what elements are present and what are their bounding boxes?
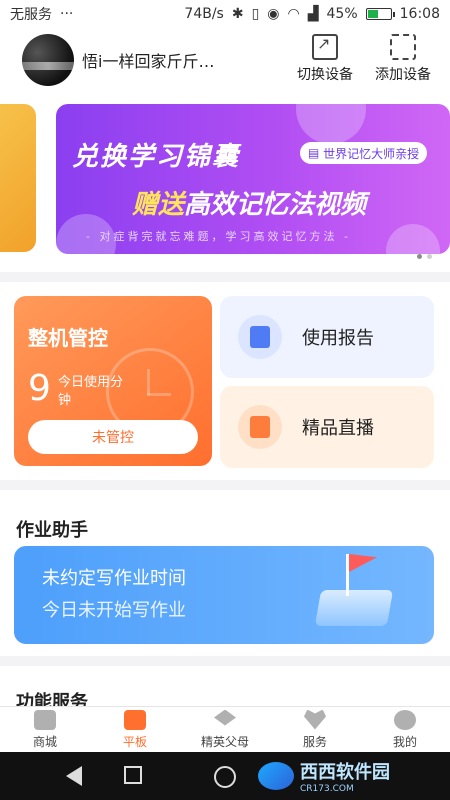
tab-tablet-label: 平板 bbox=[122, 734, 147, 749]
banner-highlight: 赠送 bbox=[132, 190, 185, 220]
add-device-label: 添加设备 bbox=[375, 67, 431, 83]
add-device-button[interactable]: 添加设备 bbox=[368, 34, 438, 84]
banner-subheadline: 赠送高效记忆法视频 bbox=[132, 184, 366, 221]
tab-mall[interactable]: 商城 bbox=[0, 707, 90, 752]
usage-report-label: 使用报告 bbox=[302, 328, 374, 349]
profile-icon bbox=[394, 709, 416, 730]
battery-percent: 45% bbox=[326, 6, 358, 22]
watermark-logo bbox=[258, 762, 294, 790]
watermark: 西西软件园 CR173.COM bbox=[258, 756, 438, 796]
tab-elite-parents[interactable]: 精英父母 bbox=[180, 707, 270, 752]
banner-caption: - 对症背完就忘难题，学习高效记忆方法 - bbox=[86, 230, 351, 243]
previous-banner-card[interactable] bbox=[0, 104, 36, 252]
homework-section: 作业助手 未约定写作业时间 今日未开始写作业 bbox=[0, 490, 450, 656]
tab-profile[interactable]: 我的 bbox=[360, 707, 450, 752]
status-bar: 无服务 ··· 74B/s ✱ ▯ ◉ ◠ ▟ 45% 16:08 bbox=[0, 0, 450, 28]
carousel-dot-2[interactable] bbox=[427, 254, 432, 259]
usage-minutes: 9 bbox=[28, 368, 51, 409]
tab-mall-label: 商城 bbox=[32, 734, 57, 749]
promo-banner[interactable]: 兑换学习锦囊 ▤ 世界记忆大师亲授 赠送高效记忆法视频 - 对症背完就忘难题，学… bbox=[56, 104, 450, 254]
app-screen: 无服务 ··· 74B/s ✱ ▯ ◉ ◠ ▟ 45% 16:08 悟i一样回家… bbox=[0, 0, 450, 800]
switch-device-button[interactable]: 切换设备 bbox=[290, 34, 360, 84]
tab-elite-parents-label: 精英父母 bbox=[200, 734, 249, 749]
usage-report-tile[interactable]: 使用报告 bbox=[220, 296, 434, 378]
device-control-card[interactable]: 整机管控 9 今日使用分钟 未管控 bbox=[14, 296, 212, 466]
bottom-tab-bar: 商城 平板 精英父母 服务 我的 bbox=[0, 706, 450, 752]
flag-icon bbox=[346, 554, 349, 596]
homework-schedule-text: 未约定写作业时间 bbox=[42, 568, 186, 589]
services-section: 功能服务 bbox=[0, 666, 450, 713]
banner-carousel: 兑换学习锦囊 ▤ 世界记忆大师亲授 赠送高效记忆法视频 - 对症背完就忘难题，学… bbox=[0, 92, 450, 272]
carousel-dot-1[interactable] bbox=[417, 254, 422, 259]
homework-title: 作业助手 bbox=[16, 520, 88, 541]
tablet-play-icon bbox=[124, 709, 146, 730]
banner-headline: 兑换学习锦囊 bbox=[72, 142, 241, 172]
more-dots: ··· bbox=[60, 6, 74, 22]
recent-apps-icon[interactable] bbox=[124, 766, 142, 784]
homework-status-text: 今日未开始写作业 bbox=[42, 600, 186, 621]
watermark-text: 西西软件园 bbox=[300, 762, 390, 783]
tab-tablet[interactable]: 平板 bbox=[90, 707, 180, 752]
carousel-dots bbox=[417, 254, 432, 259]
wifi-icon: ◠ bbox=[287, 6, 300, 22]
avatar[interactable] bbox=[22, 34, 74, 86]
banner-tag: ▤ 世界记忆大师亲授 bbox=[300, 142, 428, 164]
scan-icon bbox=[390, 34, 416, 60]
tab-profile-label: 我的 bbox=[392, 734, 417, 749]
battery-icon bbox=[365, 8, 395, 20]
feature-section: 整机管控 9 今日使用分钟 未管控 使用报告 精品直播 bbox=[0, 282, 450, 480]
system-nav-bar: 西西软件园 CR173.COM bbox=[0, 752, 450, 800]
external-arrow-icon bbox=[312, 34, 338, 60]
bluetooth-icon: ✱ bbox=[231, 6, 244, 22]
watermark-subtext: CR173.COM bbox=[300, 784, 354, 794]
homework-card[interactable]: 未约定写作业时间 今日未开始写作业 bbox=[14, 546, 434, 644]
tab-service-label: 服务 bbox=[302, 734, 327, 749]
service-heart-icon bbox=[304, 709, 326, 730]
mall-icon bbox=[34, 709, 56, 730]
home-icon[interactable] bbox=[214, 766, 236, 788]
vibrate-icon: ▯ bbox=[251, 6, 260, 22]
username[interactable]: 悟i一样回家斤斤计... bbox=[82, 48, 222, 72]
back-icon[interactable] bbox=[66, 766, 82, 786]
header: 悟i一样回家斤斤计... 切换设备 添加设备 bbox=[0, 28, 450, 92]
live-stream-label: 精品直播 bbox=[302, 418, 374, 439]
control-status-button[interactable]: 未管控 bbox=[28, 420, 198, 454]
live-stream-tile[interactable]: 精品直播 bbox=[220, 386, 434, 468]
book-icon: ▤ bbox=[308, 146, 324, 160]
carrier-text: 无服务 bbox=[10, 7, 52, 23]
graduation-cap-icon bbox=[214, 709, 236, 726]
report-icon bbox=[238, 315, 282, 359]
net-speed: 74B/s bbox=[184, 6, 224, 22]
folder-icon bbox=[238, 405, 282, 449]
usage-subtitle: 今日使用分钟 bbox=[58, 375, 124, 408]
clock-time: 16:08 bbox=[399, 6, 440, 22]
banner-subheadline-rest: 高效记忆法视频 bbox=[184, 190, 367, 220]
banner-tag-text: 世界记忆大师亲授 bbox=[323, 146, 420, 161]
tab-service[interactable]: 服务 bbox=[270, 707, 360, 752]
flag-podium-illustration bbox=[298, 546, 418, 644]
signal-icon: ▟ bbox=[307, 6, 319, 22]
eye-icon: ◉ bbox=[267, 6, 280, 22]
switch-device-label: 切换设备 bbox=[297, 67, 353, 83]
control-title: 整机管控 bbox=[28, 326, 108, 350]
